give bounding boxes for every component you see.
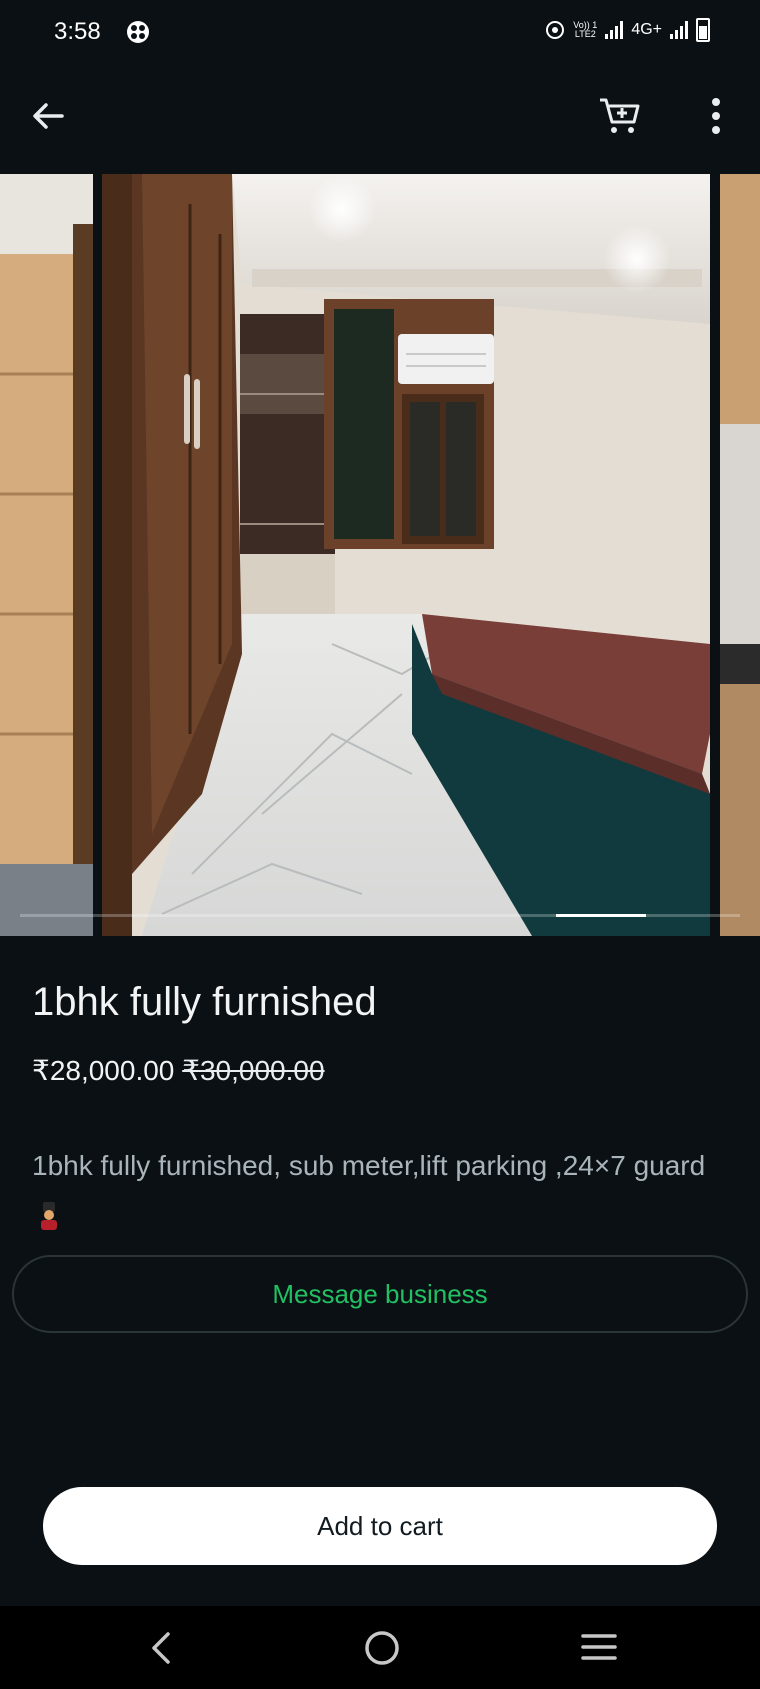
guard-emoji-icon xyxy=(41,1201,57,1230)
original-price: ₹30,000.00 xyxy=(182,1055,325,1086)
message-business-button[interactable]: Message business xyxy=(12,1255,748,1333)
product-image-carousel[interactable] xyxy=(0,174,760,936)
price-row: ₹28,000.00 ₹30,000.00 xyxy=(32,1054,325,1087)
more-vertical-icon[interactable] xyxy=(704,94,728,138)
product-photo-previous[interactable] xyxy=(0,174,93,936)
product-description: 1bhk fully furnished, sub meter,lift par… xyxy=(32,1142,712,1238)
status-time: 3:58 xyxy=(54,18,101,45)
product-description-text: 1bhk fully furnished, sub meter,lift par… xyxy=(32,1150,706,1181)
battery-icon xyxy=(696,18,710,42)
app-bar xyxy=(0,64,760,174)
product-title: 1bhk fully furnished xyxy=(32,980,377,1024)
status-bar: 3:58 Vo)) 1 LTE2 4G+ xyxy=(0,0,760,64)
current-price: ₹28,000.00 xyxy=(32,1055,175,1086)
back-arrow-icon[interactable] xyxy=(26,94,70,138)
shopping-cart-icon[interactable] xyxy=(596,94,644,138)
nav-back-icon[interactable] xyxy=(144,1628,180,1668)
carousel-progress-thumb xyxy=(556,914,646,917)
carousel-progress-track xyxy=(20,914,740,917)
signal-strength-icon-2 xyxy=(670,21,688,39)
system-navigation-bar xyxy=(0,1606,760,1689)
add-to-cart-button[interactable]: Add to cart xyxy=(43,1487,717,1565)
network-type: 4G+ xyxy=(631,21,662,38)
product-photo-next[interactable] xyxy=(720,174,760,936)
nav-recents-icon[interactable] xyxy=(580,1630,618,1664)
app-notification-icon xyxy=(127,21,149,43)
hotspot-icon xyxy=(546,21,565,39)
nav-home-icon[interactable] xyxy=(362,1628,402,1668)
volte-label: Vo)) 1 LTE2 xyxy=(573,20,598,39)
signal-strength-icon xyxy=(605,21,624,39)
status-indicators: Vo)) 1 LTE2 4G+ xyxy=(545,18,710,42)
product-photo-main[interactable] xyxy=(102,174,710,936)
